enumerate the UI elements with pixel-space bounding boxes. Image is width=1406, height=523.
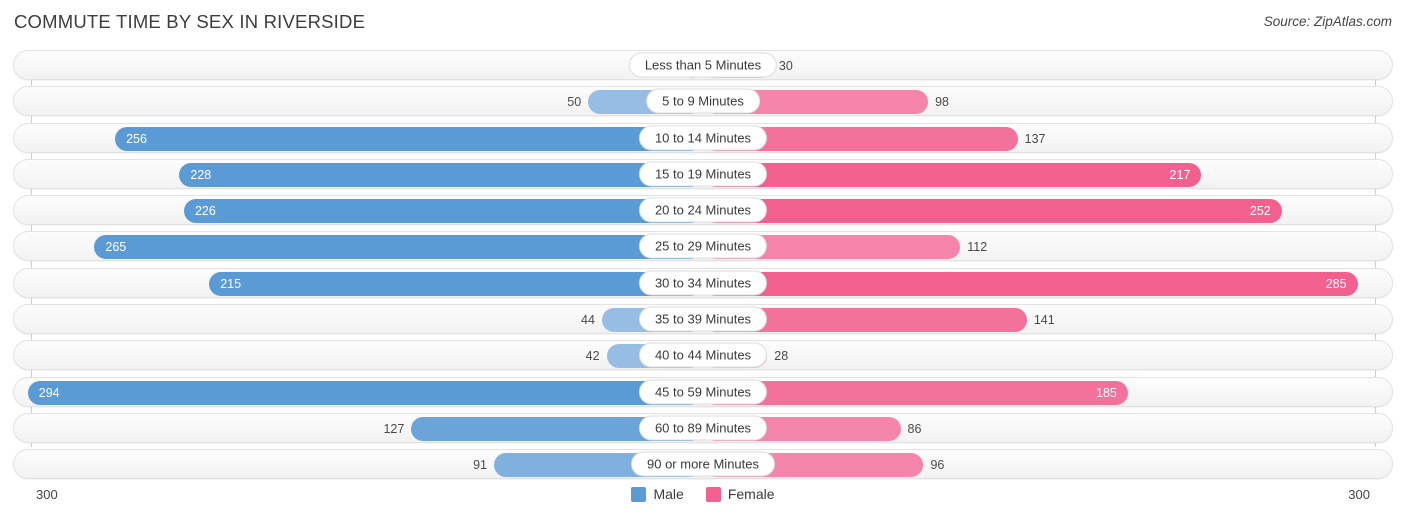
female-value-label: 28 — [774, 349, 789, 364]
category-label: 10 to 14 Minutes — [638, 125, 768, 151]
male-bar: 215 — [209, 271, 703, 296]
male-value-label: 215 — [220, 276, 242, 291]
male-value-label: 228 — [190, 167, 212, 182]
table-row: 930Less than 5 Minutes — [13, 50, 1393, 80]
male-bar: 226 — [183, 199, 703, 224]
legend-swatch-icon — [631, 486, 647, 502]
chart-footer: 300 300 Male Female — [0, 481, 1406, 523]
table-row: 42 28 40 to 44 Minutes — [13, 340, 1393, 371]
chart-plot-area: 930Less than 5 Minutes 50 98 5 to 9 Minutes… — [0, 44, 1406, 481]
female-value-label: 252 — [1249, 203, 1271, 218]
female-value-label: 112 — [967, 240, 988, 255]
female-value-label: 285 — [1325, 276, 1347, 291]
category-label: 90 or more Minutes — [631, 451, 775, 477]
legend-item[interactable]: Male — [631, 486, 684, 502]
chart-legend: Male Female — [0, 486, 1406, 502]
female-value-label: 98 — [935, 95, 949, 110]
category-label: 15 to 19 Minutes — [638, 161, 768, 187]
legend-swatch-icon — [705, 486, 721, 502]
bar-rows-container: 930Less than 5 Minutes 50 98 5 to 9 Minutes… — [13, 50, 1393, 486]
male-value-label: 226 — [194, 203, 216, 218]
female-value-label: 30 — [778, 58, 793, 73]
male-value-label: 42 — [585, 349, 600, 364]
table-row: 127 86 60 to 89 Minutes — [13, 412, 1393, 443]
table-row: 44 141 35 to 39 Minutes — [13, 304, 1393, 335]
source-attribution: Source: ZipAtlas.com — [1263, 14, 1392, 29]
male-value-label: 50 — [567, 95, 582, 110]
female-value-label: 137 — [1024, 131, 1046, 146]
chart-header: COMMUTE TIME BY SEX IN RIVERSIDE Source:… — [0, 0, 1406, 44]
table-row: 215 285 30 to 34 Minutes — [13, 267, 1393, 298]
table-row: 50 98 5 to 9 Minutes — [13, 86, 1393, 117]
table-row: 91 96 90 or more Minutes — [13, 449, 1393, 480]
male-value-label: 256 — [126, 131, 147, 146]
male-value-label: 265 — [105, 240, 127, 255]
male-bar: 294 — [27, 380, 703, 405]
legend-label: Male — [653, 486, 684, 502]
table-row: 228 217 15 to 19 Minutes — [13, 158, 1393, 189]
male-value-label: 127 — [383, 421, 405, 436]
legend-label: Female — [727, 486, 775, 502]
male-value-label: 91 — [473, 458, 488, 473]
female-value-label: 141 — [1033, 312, 1055, 327]
category-label: 5 to 9 Minutes — [646, 88, 760, 114]
female-value-label: 86 — [907, 421, 922, 436]
male-value-label: 44 — [581, 312, 595, 327]
table-row: 256 137 10 to 14 Minutes — [13, 122, 1393, 153]
male-bar: 256 — [115, 126, 703, 151]
table-row: 265 112 25 to 29 Minutes — [13, 231, 1393, 262]
female-value-label: 96 — [930, 458, 945, 473]
male-bar: 265 — [94, 235, 703, 260]
category-label: 20 to 24 Minutes — [638, 197, 768, 223]
male-value-label: 294 — [38, 385, 60, 400]
female-value-label: 217 — [1169, 167, 1191, 182]
table-row: 226 252 20 to 24 Minutes — [13, 195, 1393, 226]
female-value-label: 185 — [1096, 385, 1117, 400]
legend-item[interactable]: Female — [705, 486, 775, 502]
page-title: COMMUTE TIME BY SEX IN RIVERSIDE — [14, 11, 366, 32]
category-label: 25 to 29 Minutes — [638, 233, 768, 259]
female-bar: 217 — [703, 162, 1202, 187]
table-row: 294 185 45 to 59 Minutes — [13, 376, 1393, 407]
female-bar: 285 — [703, 271, 1358, 296]
category-label: 60 to 89 Minutes — [638, 415, 768, 441]
female-bar: 252 — [703, 199, 1282, 224]
category-label: 40 to 44 Minutes — [638, 342, 768, 368]
category-label: 35 to 39 Minutes — [638, 306, 768, 332]
category-label: Less than 5 Minutes — [628, 52, 778, 78]
category-label: 30 to 34 Minutes — [638, 270, 768, 296]
male-bar: 228 — [179, 162, 703, 187]
category-label: 45 to 59 Minutes — [638, 379, 768, 405]
